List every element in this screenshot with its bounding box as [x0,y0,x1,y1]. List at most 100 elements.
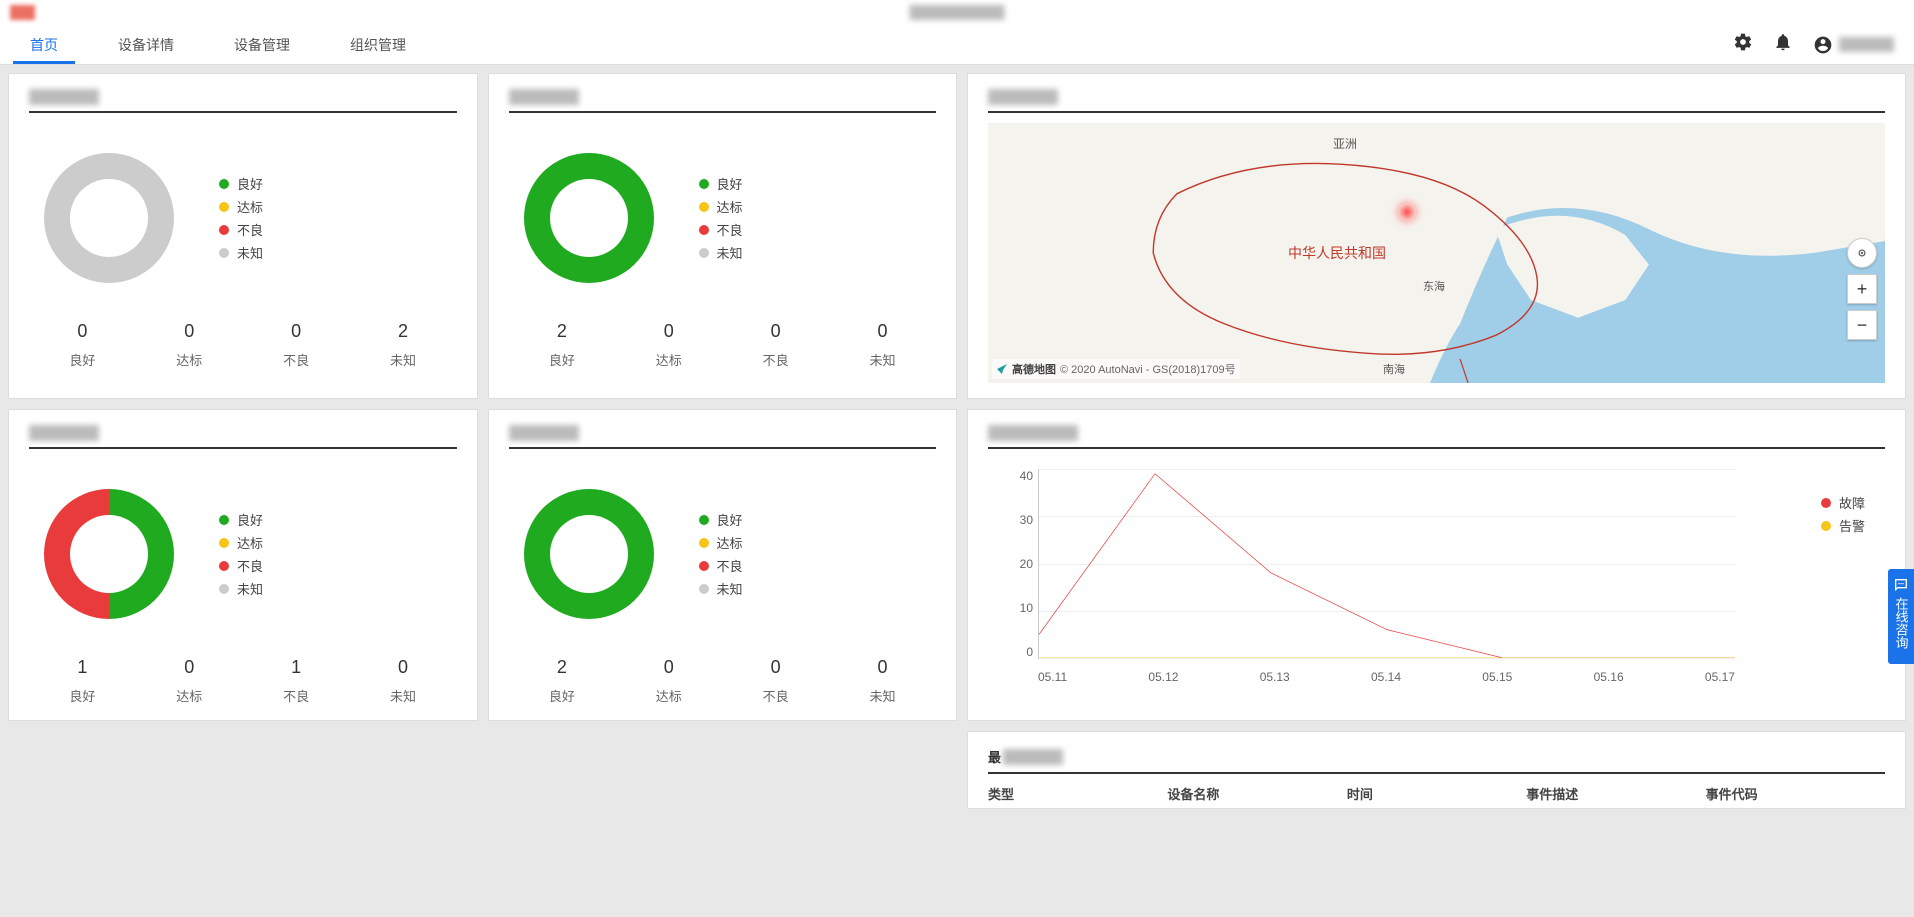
legend-dot-bad [219,225,229,235]
legend-dot-bad [699,225,709,235]
legend-dot-ok [699,202,709,212]
plot-area [1038,469,1735,659]
map-zoom-in-button[interactable]: + [1847,274,1877,304]
y-axis: 403020100 [998,469,1033,659]
stat-value-bad: 0 [763,321,789,342]
event-col-0: 类型 [988,784,1167,803]
legend-label-ok: 达标 [717,533,743,552]
stat-value-ok: 0 [176,321,202,342]
legend-label-good: 良好 [717,174,743,193]
online-chat-label: 在线咨询 [1892,597,1911,649]
nav-tab-1[interactable]: 设备详情 [88,25,204,64]
stat-label-ok: 达标 [176,350,202,369]
legend-label-unknown: 未知 [237,579,263,598]
legend-label-good: 良好 [237,174,263,193]
stat-value-ok: 0 [656,657,682,678]
stat-label-bad: 不良 [283,686,309,705]
nav-tab-3[interactable]: 组织管理 [320,25,436,64]
stat-label-good: 良好 [69,350,95,369]
donut-legend: 良好达标不良未知 [699,506,937,602]
legend-label-unknown: 未知 [237,243,263,262]
nav-tabs: 首页设备详情设备管理组织管理 [0,25,436,64]
nav-right [1733,32,1894,58]
stat-label-ok: 达标 [656,686,682,705]
line-chart-area: 403020100 05.1105.1205.1305.1405.1505.16… [988,459,1885,689]
stat-label-bad: 不良 [763,350,789,369]
map-zoom-out-button[interactable]: − [1847,310,1877,340]
panel-title-blur [29,425,99,441]
map-continent-label: 亚洲 [1333,135,1357,152]
map-pin-icon[interactable] [1398,203,1416,221]
map-sea-label: 东海 [1423,278,1445,294]
stat-label-bad: 不良 [283,350,309,369]
donut-panel-1: 良好达标不良未知 0良好0达标0不良2未知 [8,73,478,399]
legend-dot-fault [1821,498,1831,508]
legend-label-ok: 达标 [237,533,263,552]
legend-label-bad: 不良 [237,220,263,239]
legend-label-bad: 不良 [237,556,263,575]
line-chart-panel: 403020100 05.1105.1205.1305.1405.1505.16… [967,409,1906,721]
stat-value-ok: 0 [176,657,202,678]
online-chat-button[interactable]: 在线咨询 [1888,569,1914,664]
donut-chart [524,153,654,283]
map-nanhai-label: 南海 [1383,361,1405,377]
stat-value-unknown: 0 [390,657,416,678]
stat-label-ok: 达标 [656,350,682,369]
app-title-blur [910,5,1005,20]
donut-panel-3: 良好达标不良未知 1良好0达标1不良0未知 [8,409,478,721]
gear-icon[interactable] [1733,32,1753,58]
donut-legend: 良好达标不良未知 [219,506,457,602]
panel-title-blur [509,89,579,105]
event-col-1: 设备名称 [1167,784,1346,803]
donut-stats: 0良好0达标0不良2未知 [29,321,457,369]
bell-icon[interactable] [1773,32,1793,58]
legend-dot-bad [699,561,709,571]
legend-dot-unknown [219,248,229,258]
map-locate-button[interactable] [1847,238,1877,268]
map-panel: 亚洲 中华人民共和国 东海 南海 + − 高德地图 © 2020 AutoNav… [967,73,1906,399]
stat-value-unknown: 0 [870,321,896,342]
username-blur [1839,37,1894,52]
donut-panel-2: 良好达标不良未知 2良好0达标0不良0未知 [488,73,958,399]
stat-label-unknown: 未知 [390,350,416,369]
map-country-label: 中华人民共和国 [1288,243,1386,263]
map-attribution: 高德地图 © 2020 AutoNavi - GS(2018)1709号 [992,359,1240,379]
donut-stats: 2良好0达标0不良0未知 [509,321,937,369]
stat-label-unknown: 未知 [390,686,416,705]
legend-label-unknown: 未知 [717,579,743,598]
legend-dot-unknown [699,248,709,258]
events-panel: 最 类型设备名称时间事件描述事件代码 [967,731,1906,809]
legend-dot-good [219,179,229,189]
event-col-2: 时间 [1347,784,1526,803]
stat-label-good: 良好 [69,686,95,705]
legend-dot-good [699,179,709,189]
donut-legend: 良好达标不良未知 [219,170,457,266]
legend-dot-ok [219,538,229,548]
legend-dot-bad [219,561,229,571]
stat-label-good: 良好 [549,686,575,705]
map-area[interactable]: 亚洲 中华人民共和国 东海 南海 + − 高德地图 © 2020 AutoNav… [988,123,1885,383]
stat-value-unknown: 0 [870,657,896,678]
legend-dot-good [219,515,229,525]
nav-tab-0[interactable]: 首页 [0,25,88,64]
events-title-prefix: 最 [988,747,1001,766]
stat-label-good: 良好 [549,350,575,369]
event-col-4: 事件代码 [1706,784,1885,803]
stat-value-bad: 1 [283,657,309,678]
stat-value-good: 0 [69,321,95,342]
donut-stats: 2良好0达标0不良0未知 [509,657,937,705]
panel-title-blur [988,425,1078,441]
legend-dot-unknown [219,584,229,594]
user-icon[interactable] [1813,35,1894,55]
legend-dot-ok [699,538,709,548]
legend-dot-warn [1821,521,1831,531]
navbar: 首页设备详情设备管理组织管理 [0,25,1914,65]
nav-tab-2[interactable]: 设备管理 [204,25,320,64]
legend-label-unknown: 未知 [717,243,743,262]
stat-value-good: 2 [549,321,575,342]
legend-label-bad: 不良 [717,220,743,239]
legend-label-good: 良好 [717,510,743,529]
line-legend: 故障 告警 [1821,489,1865,539]
stat-value-bad: 0 [763,657,789,678]
stat-label-bad: 不良 [763,686,789,705]
